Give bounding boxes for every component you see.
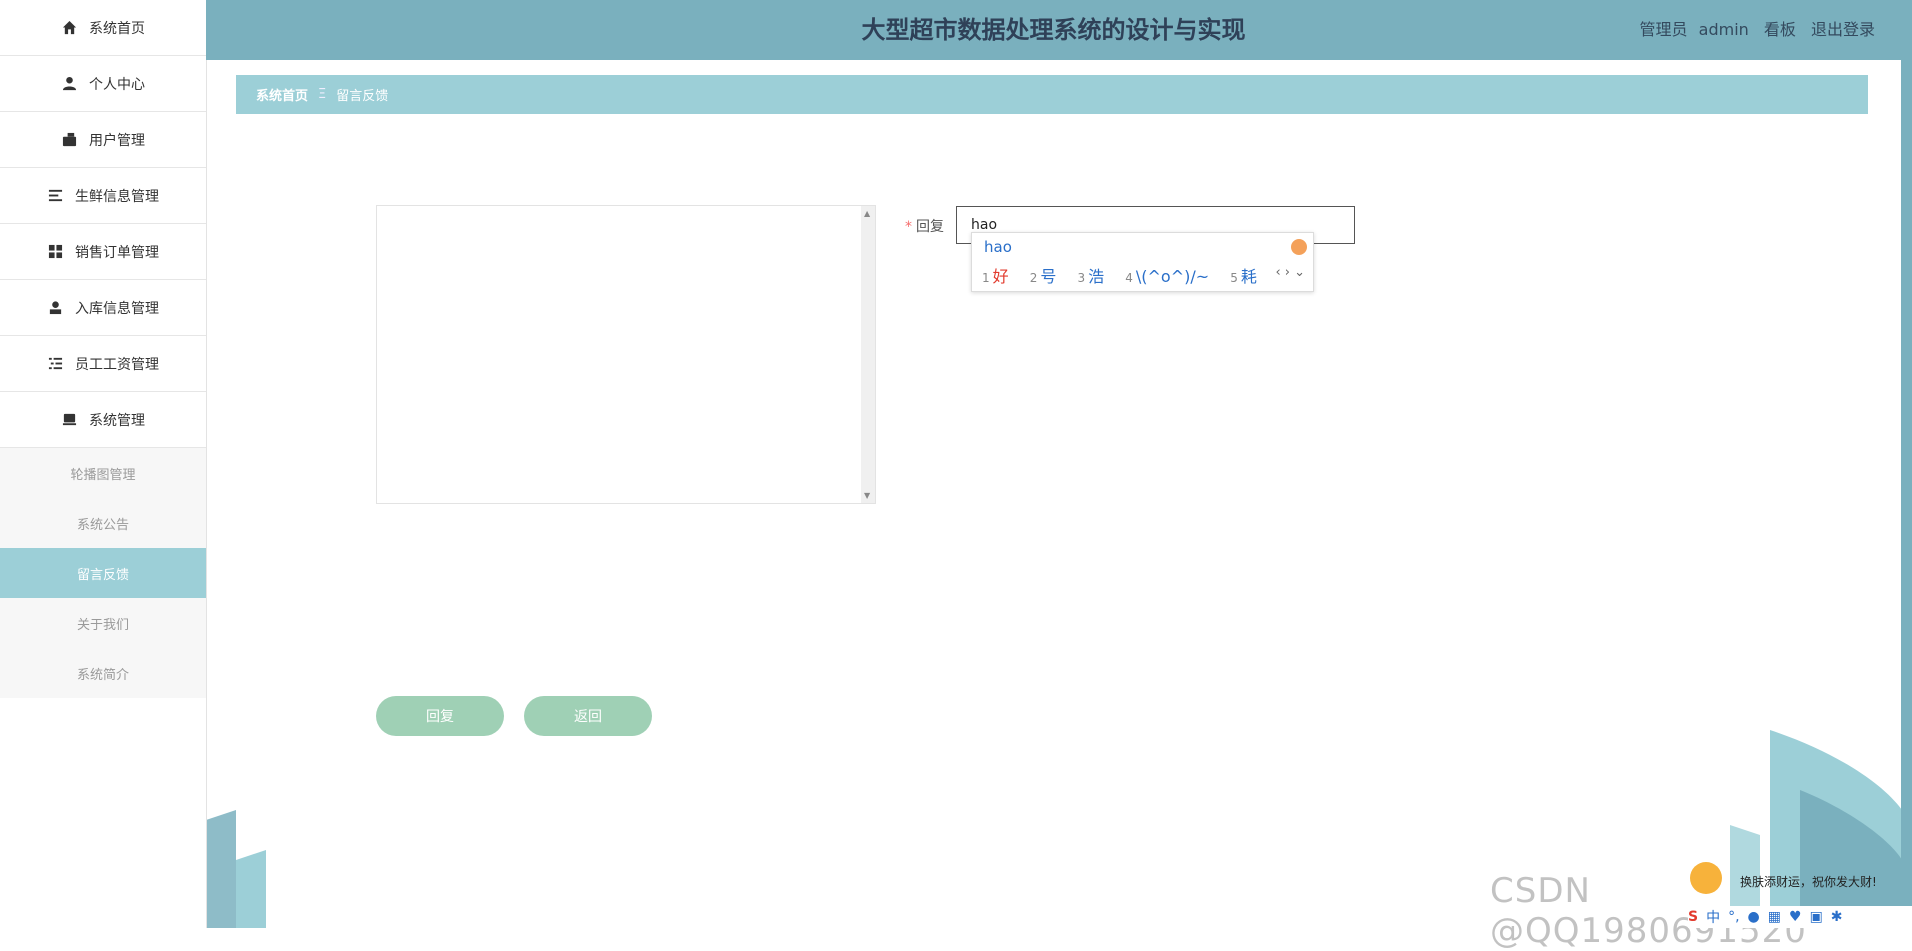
sidebar-item-personal-center[interactable]: 个人中心 <box>0 56 206 112</box>
sidebar-item-label: 用户管理 <box>89 132 145 149</box>
system-submenu: 轮播图管理 系统公告 留言反馈 关于我们 系统简介 <box>0 448 206 698</box>
sidebar-item-stock-in[interactable]: 入库信息管理 <box>0 280 206 336</box>
punctuation-icon[interactable]: °, <box>1728 909 1739 925</box>
user-role: 管理员 <box>1639 20 1688 39</box>
sidebar-item-user-management[interactable]: 用户管理 <box>0 112 206 168</box>
logout-link[interactable]: 退出登录 <box>1811 20 1875 39</box>
grid-icon <box>47 244 63 260</box>
breadcrumb-current: 留言反馈 <box>336 89 389 104</box>
ime-pinyin: hao <box>984 238 1012 256</box>
ime-candidates: 1好 2号 3浩 4 \(^o^)/~ 5耗 <box>982 263 1273 287</box>
back-button[interactable]: 返回 <box>524 696 652 736</box>
top-header: 大型超市数据处理系统的设计与实现 管理员 admin 看板 退出登录 <box>206 0 1901 60</box>
ime-candidate[interactable]: 2号 <box>1030 267 1057 286</box>
sidebar-item-label: 生鲜信息管理 <box>75 188 159 205</box>
keyboard-icon[interactable]: ▦ <box>1768 909 1781 925</box>
home-icon <box>61 20 77 36</box>
ime-candidate[interactable]: 1好 <box>982 267 1009 286</box>
username: admin <box>1698 20 1749 39</box>
reply-label-text: 回复 <box>916 219 944 235</box>
ime-candidate[interactable]: 3浩 <box>1078 267 1105 286</box>
sidebar-item-fresh-info[interactable]: 生鲜信息管理 <box>0 168 206 224</box>
sidebar-item-home[interactable]: 系统首页 <box>0 0 206 56</box>
ime-mascot-icon <box>1690 862 1722 894</box>
sidebar-item-sales-orders[interactable]: 销售订单管理 <box>0 224 206 280</box>
reply-label: * 回复 <box>905 216 944 236</box>
required-mark: * <box>905 219 912 235</box>
submenu-item-about[interactable]: 关于我们 <box>0 598 206 648</box>
sidebar-item-label: 入库信息管理 <box>75 300 159 317</box>
sidebar-item-label: 个人中心 <box>89 76 145 93</box>
sidebar-item-label: 系统管理 <box>89 412 145 429</box>
textarea-scrollbar[interactable]: ▲ ▼ <box>861 206 875 503</box>
wallet-icon <box>61 132 77 148</box>
ime-candidate-popup: hao 1好 2号 3浩 4 \(^o^)/~ 5耗 ‹ › ⌄ <box>971 232 1314 292</box>
sidebar-item-system-management[interactable]: 系统管理 <box>0 392 206 448</box>
microphone-icon[interactable]: ● <box>1748 909 1760 925</box>
person-icon <box>61 76 77 92</box>
sidebar: 系统首页 个人中心 用户管理 生鲜信息管理 销售订单管理 入库信息管理 员工工资… <box>0 0 207 928</box>
submenu-item-intro[interactable]: 系统简介 <box>0 648 206 698</box>
sidebar-item-label: 员工工资管理 <box>75 356 159 373</box>
ime-candidate[interactable]: 4 \(^o^)/~ <box>1125 267 1209 286</box>
content-textarea[interactable]: ▲ ▼ <box>376 205 876 504</box>
ime-toolbar[interactable]: S 中 °, ● ▦ ♥ ▣ ✱ <box>1688 906 1912 928</box>
settings-icon[interactable]: ✱ <box>1831 909 1843 925</box>
ime-skin-icon[interactable] <box>1291 239 1307 255</box>
ime-lang-toggle[interactable]: 中 <box>1706 907 1720 927</box>
submenu-item-announcement[interactable]: 系统公告 <box>0 498 206 548</box>
breadcrumb-home[interactable]: 系统首页 <box>256 85 308 104</box>
window-edge <box>1901 0 1912 928</box>
reply-button[interactable]: 回复 <box>376 696 504 736</box>
ime-page-nav[interactable]: ‹ › ⌄ <box>1275 265 1305 280</box>
breadcrumb-separator: Ξ <box>318 87 327 102</box>
checklist-icon <box>47 356 63 372</box>
list-icon <box>47 188 63 204</box>
toolbox-icon[interactable]: ▣ <box>1810 909 1823 925</box>
breadcrumb: 系统首页 Ξ 留言反馈 <box>236 75 1868 114</box>
ime-tray-message: 换肤添财运，祝你发大财! <box>1740 875 1877 889</box>
dashboard-link[interactable]: 看板 <box>1764 20 1796 39</box>
submenu-item-feedback[interactable]: 留言反馈 <box>0 548 206 598</box>
sidebar-item-label: 销售订单管理 <box>75 244 159 261</box>
ime-logo-icon[interactable]: S <box>1688 909 1698 925</box>
skin-icon[interactable]: ♥ <box>1789 909 1802 925</box>
ime-candidate[interactable]: 5耗 <box>1230 267 1257 286</box>
user-icon <box>47 300 63 316</box>
background-wave-left <box>206 810 266 928</box>
user-area: 管理员 admin 看板 退出登录 <box>1640 0 1875 60</box>
sidebar-item-salary[interactable]: 员工工资管理 <box>0 336 206 392</box>
scroll-down-icon[interactable]: ▼ <box>864 491 870 500</box>
scroll-up-icon[interactable]: ▲ <box>864 209 870 218</box>
submenu-item-carousel[interactable]: 轮播图管理 <box>0 448 206 498</box>
sidebar-item-label: 系统首页 <box>89 20 145 37</box>
monitor-icon <box>61 412 77 428</box>
